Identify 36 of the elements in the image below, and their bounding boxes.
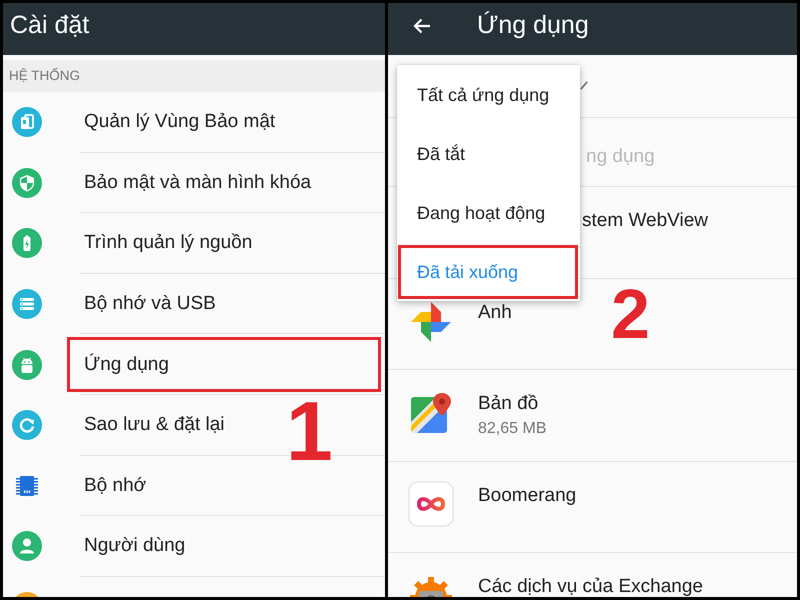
app-name[interactable]: stem WebView (582, 210, 708, 232)
step-number: 2 (611, 279, 650, 349)
app-name[interactable]: Anh (478, 302, 512, 324)
app-name[interactable]: Bản đồ (478, 393, 538, 415)
phones-icon (12, 107, 42, 138)
refresh-icon (12, 410, 42, 440)
screen-title: Ứng dụng (477, 10, 589, 41)
app-name[interactable]: Các dịch vụ của Exchange (478, 576, 703, 597)
back-arrow-icon[interactable] (413, 18, 431, 34)
settings-item[interactable]: Người dùng (84, 534, 186, 558)
shield-icon (12, 168, 42, 198)
android-icon (12, 350, 42, 380)
settings-item[interactable]: Trình quản lý nguồn (84, 231, 252, 256)
screen-title: Cài đặt (10, 10, 90, 41)
app-size: 82,65 MB (478, 419, 546, 439)
gear-icon (408, 575, 454, 597)
settings-item[interactable]: Bảo mật và màn hình khóa (84, 170, 312, 195)
map-pin-icon (408, 390, 454, 436)
step-number: 1 (286, 389, 333, 473)
app-name[interactable]: Boomerang (478, 484, 576, 506)
battery-icon (12, 228, 42, 258)
user-icon (12, 531, 42, 562)
menu-item[interactable]: Đã tải xuống (398, 245, 578, 299)
menu-item[interactable]: Đang hoạt động (398, 186, 578, 240)
settings-item[interactable]: Bộ nhớ (84, 474, 146, 498)
list-text: ng dụng (586, 146, 655, 167)
settings-item[interactable]: Ứng dụng (84, 352, 169, 377)
settings-item[interactable]: Quản lý Vùng Bảo mật (84, 110, 276, 134)
caret-icon[interactable] (580, 81, 588, 90)
settings-item[interactable]: Sao lưu & đặt lại (84, 413, 225, 438)
menu-item[interactable]: Đã tắt (398, 127, 578, 181)
infinity-icon (408, 480, 454, 526)
section-header: HỆ THỐNG (3, 60, 385, 92)
menu-item[interactable]: Tất cả ứng dụng (398, 68, 578, 122)
storage-icon (12, 289, 42, 320)
settings-item[interactable]: Bộ nhớ và USB (84, 292, 216, 316)
